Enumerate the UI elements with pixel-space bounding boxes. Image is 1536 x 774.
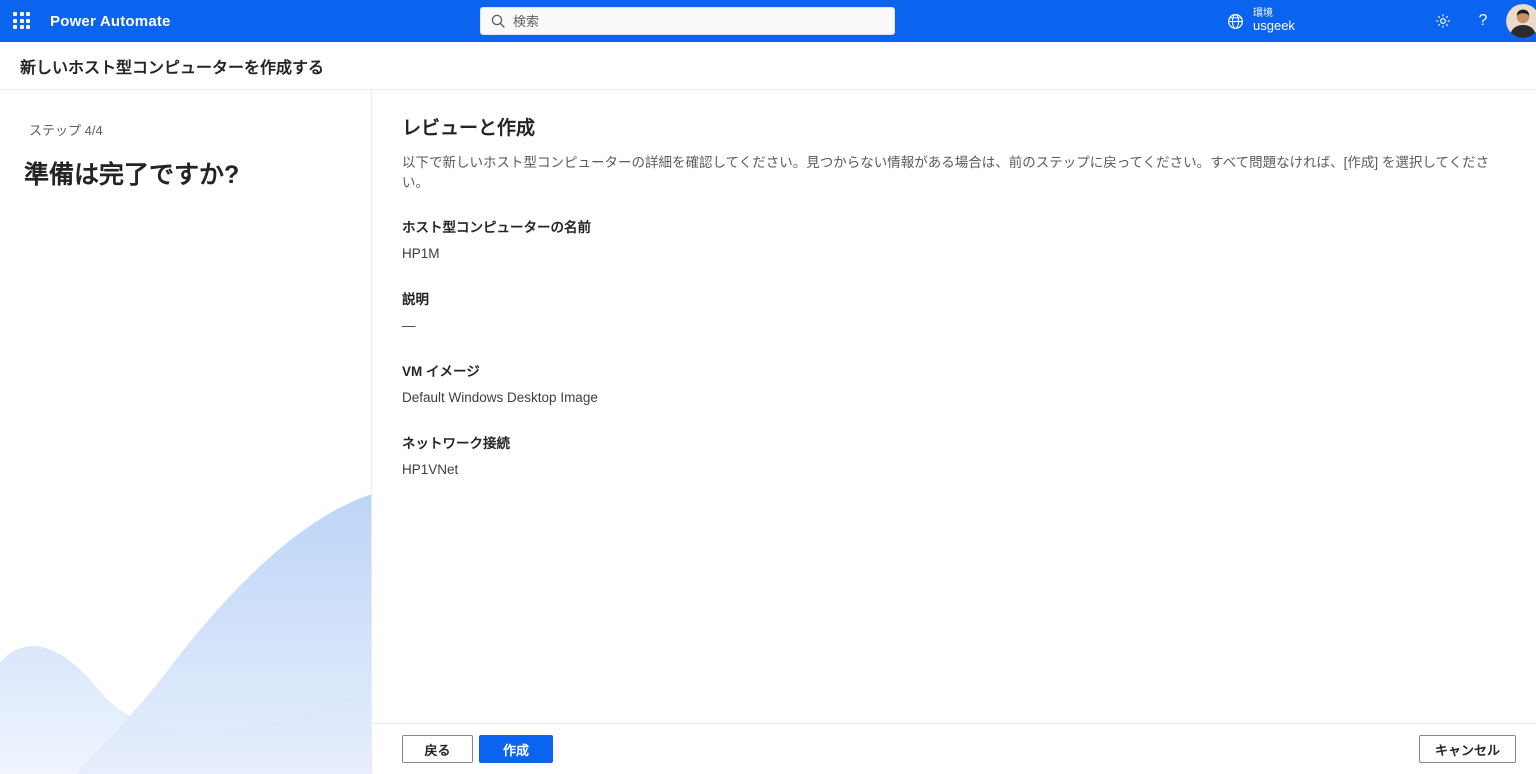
app-top-bar: Power Automate 環境 usgeek (0, 0, 1536, 42)
environment-picker[interactable]: 環境 usgeek (1226, 0, 1295, 42)
wizard-step-indicator: ステップ 4/4 (29, 120, 371, 139)
search-input[interactable] (513, 14, 884, 29)
wizard-step-panel: ステップ 4/4 準備は完了ですか? (0, 90, 372, 774)
help-icon[interactable]: ? (1470, 0, 1496, 42)
waffle-menu-icon[interactable] (13, 12, 31, 30)
field-value: HP1M (402, 246, 1506, 261)
review-field-vm-image: VM イメージ Default Windows Desktop Image (402, 360, 1506, 405)
review-heading: レビューと作成 (402, 113, 1506, 140)
field-label: VM イメージ (402, 360, 1506, 380)
field-value: HP1VNet (402, 462, 1506, 477)
environment-globe-icon (1226, 12, 1245, 31)
field-value: — (402, 318, 1506, 333)
search-icon (491, 14, 505, 28)
review-fields: ホスト型コンピューターの名前 HP1M 説明 — VM イメージ Default… (402, 216, 1506, 477)
decorative-wave-graphic (0, 484, 372, 774)
search-box[interactable] (480, 7, 895, 35)
app-name[interactable]: Power Automate (50, 13, 171, 30)
wizard-step-heading: 準備は完了ですか? (24, 155, 371, 191)
review-field-computer-name: ホスト型コンピューターの名前 HP1M (402, 216, 1506, 261)
review-description: 以下で新しいホスト型コンピューターの詳細を確認してください。見つからない情報があ… (402, 151, 1506, 191)
review-field-network-connection: ネットワーク接続 HP1VNet (402, 432, 1506, 477)
field-value: Default Windows Desktop Image (402, 390, 1506, 405)
field-label: ネットワーク接続 (402, 432, 1506, 452)
field-label: ホスト型コンピューターの名前 (402, 216, 1506, 236)
cancel-button[interactable]: キャンセル (1419, 735, 1516, 763)
user-avatar[interactable] (1506, 4, 1536, 38)
review-field-description: 説明 — (402, 288, 1506, 333)
environment-name: usgeek (1253, 19, 1295, 34)
page-title-bar: 新しいホスト型コンピューターを作成する (0, 42, 1536, 90)
wizard-footer: 戻る 作成 キャンセル (372, 723, 1536, 774)
back-button[interactable]: 戻る (402, 735, 473, 763)
main-content-area: レビューと作成 以下で新しいホスト型コンピューターの詳細を確認してください。見つ… (372, 90, 1536, 774)
create-button[interactable]: 作成 (479, 735, 553, 763)
settings-gear-icon[interactable] (1428, 0, 1458, 42)
page-title: 新しいホスト型コンピューターを作成する (20, 54, 324, 78)
field-label: 説明 (402, 288, 1506, 308)
